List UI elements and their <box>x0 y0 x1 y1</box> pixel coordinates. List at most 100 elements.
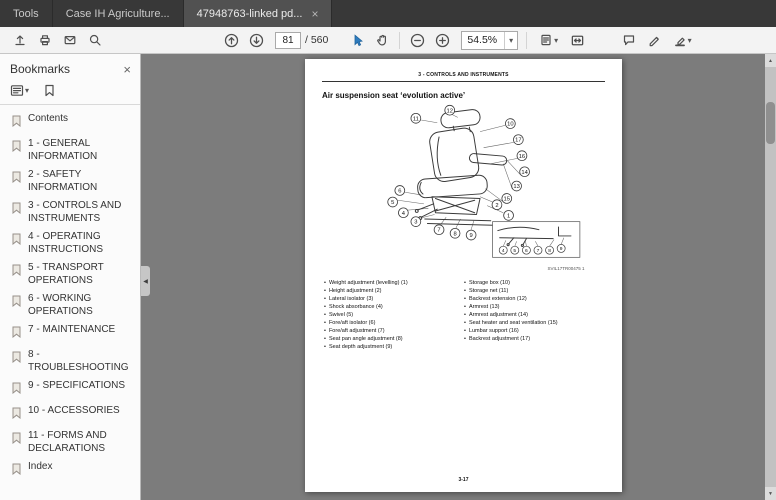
bookmark-item-specifications[interactable]: 9 - SPECIFICATIONS <box>0 377 140 402</box>
highlight-button[interactable]: ▾ <box>666 29 698 52</box>
zoom-in-button[interactable] <box>430 29 455 52</box>
page-display-icon <box>541 34 551 46</box>
close-panel-icon[interactable]: × <box>123 63 131 76</box>
zoom-out-icon <box>411 33 425 47</box>
page-down-icon <box>249 33 264 47</box>
bookmark-icon <box>11 114 22 132</box>
collapse-sidebar-button[interactable]: ◀ <box>141 266 150 296</box>
bookmark-icon <box>11 139 22 157</box>
svg-text:14: 14 <box>521 170 528 176</box>
svg-text:2: 2 <box>495 203 498 209</box>
toolbar: / 560 54.5% ▾ ▾ <box>0 27 776 54</box>
scrollbar-thumb[interactable] <box>766 102 775 144</box>
bookmark-item-accessories[interactable]: 10 - ACCESSORIES <box>0 402 140 427</box>
bookmark-item-operating-instructions[interactable]: 4 - OPERATING INSTRUCTIONS <box>0 228 140 259</box>
svg-text:15: 15 <box>503 197 509 203</box>
scroll-down-icon: ▼ <box>768 490 773 497</box>
page-up-icon <box>224 33 239 47</box>
close-tab-icon[interactable]: × <box>311 8 318 20</box>
bookmark-icon <box>11 350 22 368</box>
share-button[interactable] <box>7 29 32 52</box>
list-item: Seat depth adjustment (9) <box>322 343 462 351</box>
scroll-down-button[interactable]: ▼ <box>765 487 776 500</box>
bookmark-icon <box>11 325 22 343</box>
bookmarks-list: Contents 1 - GENERAL INFORMATION 2 - SAF… <box>0 105 140 500</box>
svg-text:9: 9 <box>559 246 562 252</box>
bookmark-item-forms-declarations[interactable]: 11 - FORMS AND DECLARATIONS <box>0 427 140 458</box>
fit-width-button[interactable] <box>565 29 590 52</box>
page-display-dropdown[interactable]: ▾ <box>532 29 565 52</box>
options-icon <box>10 85 24 96</box>
toolbar-divider <box>526 31 528 49</box>
callout-legend: Weight adjustment (levelling) (1) Height… <box>322 279 605 351</box>
select-tool-button[interactable] <box>344 29 369 52</box>
scroll-up-icon: ▲ <box>768 57 773 64</box>
next-page-button[interactable] <box>244 29 269 52</box>
chevron-down-icon: ▾ <box>687 35 692 45</box>
toolbar-divider <box>399 31 401 49</box>
section-title: Air suspension seat ‘evolution active’ <box>322 91 466 100</box>
chevron-down-icon[interactable]: ▾ <box>504 31 517 49</box>
svg-text:1: 1 <box>506 213 509 219</box>
page-number-input[interactable] <box>275 31 301 49</box>
pdf-viewer-window: Tools Case IH Agriculture... 47948763-li… <box>0 0 776 500</box>
print-button[interactable] <box>32 29 57 52</box>
tab-document-2[interactable]: 47948763-linked pd... × <box>183 0 333 27</box>
bookmark-icon <box>11 263 22 281</box>
bookmark-item-maintenance[interactable]: 7 - MAINTENANCE <box>0 321 140 346</box>
tab-document-1[interactable]: Case IH Agriculture... <box>53 0 184 27</box>
svg-text:8: 8 <box>548 248 551 254</box>
comment-button[interactable] <box>616 29 641 52</box>
email-icon <box>64 35 75 45</box>
svg-text:9: 9 <box>469 233 472 239</box>
search-button[interactable] <box>82 29 107 52</box>
bookmark-item-troubleshooting[interactable]: 8 - TROUBLESHOOTING <box>0 346 140 377</box>
zoom-out-button[interactable] <box>405 29 430 52</box>
scroll-up-button[interactable]: ▲ <box>765 54 776 67</box>
new-bookmark-button[interactable] <box>44 84 55 97</box>
bookmarks-title: Bookmarks <box>10 62 71 76</box>
new-bookmark-icon <box>45 84 54 97</box>
svg-text:7: 7 <box>536 248 539 254</box>
chevron-down-icon: ▾ <box>25 86 30 95</box>
bookmark-icon <box>11 462 22 480</box>
bookmark-item-controls-instruments[interactable]: 3 - CONTROLS AND INSTRUMENTS <box>0 197 140 228</box>
svg-text:17: 17 <box>515 138 521 144</box>
bookmark-item-working-operations[interactable]: 6 - WORKING OPERATIONS <box>0 290 140 321</box>
bookmark-options-button[interactable]: ▾ <box>10 84 29 97</box>
chevron-down-icon: ▾ <box>554 35 559 45</box>
page-running-header: 3 - CONTROLS AND INSTRUMENTS <box>418 72 509 78</box>
seat-figure: 1 2 3 4 5 6 7 8 9 10 11 12 13 14 15 16 1… <box>386 104 580 258</box>
email-button[interactable] <box>57 29 82 52</box>
bookmarks-toolbar: ▾ <box>0 79 140 105</box>
bookmark-item-safety-information[interactable]: 2 - SAFETY INFORMATION <box>0 166 140 197</box>
collapse-left-icon: ◀ <box>143 278 148 285</box>
svg-text:16: 16 <box>518 154 524 160</box>
tab-label: Case IH Agriculture... <box>65 7 170 20</box>
zoom-level-dropdown[interactable]: 54.5% ▾ <box>461 30 519 50</box>
tab-bar: Tools Case IH Agriculture... 47948763-li… <box>0 0 776 27</box>
list-item: Storage net (11) <box>462 287 605 295</box>
bookmark-item-general-information[interactable]: 1 - GENERAL INFORMATION <box>0 135 140 166</box>
list-item: Lumbar support (16) <box>462 327 605 335</box>
highlighter-icon <box>674 37 685 47</box>
cursor-icon <box>354 34 363 47</box>
svg-text:6: 6 <box>398 189 401 195</box>
list-item: Fore/aft adjustment (7) <box>322 327 462 335</box>
hand-tool-button[interactable] <box>369 29 394 52</box>
tab-tools[interactable]: Tools <box>0 0 53 27</box>
fill-sign-button[interactable] <box>641 29 666 52</box>
svg-text:4: 4 <box>501 248 504 254</box>
bookmark-item-transport-operations[interactable]: 5 - TRANSPORT OPERATIONS <box>0 259 140 290</box>
vertical-scrollbar[interactable]: ▲ ▼ <box>765 54 776 500</box>
page-count-label: / 560 <box>305 34 329 46</box>
previous-page-button[interactable] <box>219 29 244 52</box>
bookmark-item-contents[interactable]: Contents <box>0 110 140 135</box>
svg-text:8: 8 <box>453 231 456 237</box>
document-area: ◀ 3 - CONTROLS AND INSTRUMENTS Air suspe… <box>141 54 776 500</box>
figure-caption: SVIL17TR00475 1 <box>547 266 585 271</box>
list-item: Height adjustment (2) <box>322 287 462 295</box>
list-item: Seat heater and seat ventilation (15) <box>462 319 605 327</box>
bookmark-item-index[interactable]: Index <box>0 458 140 483</box>
zoom-level-value: 54.5% <box>467 34 498 46</box>
